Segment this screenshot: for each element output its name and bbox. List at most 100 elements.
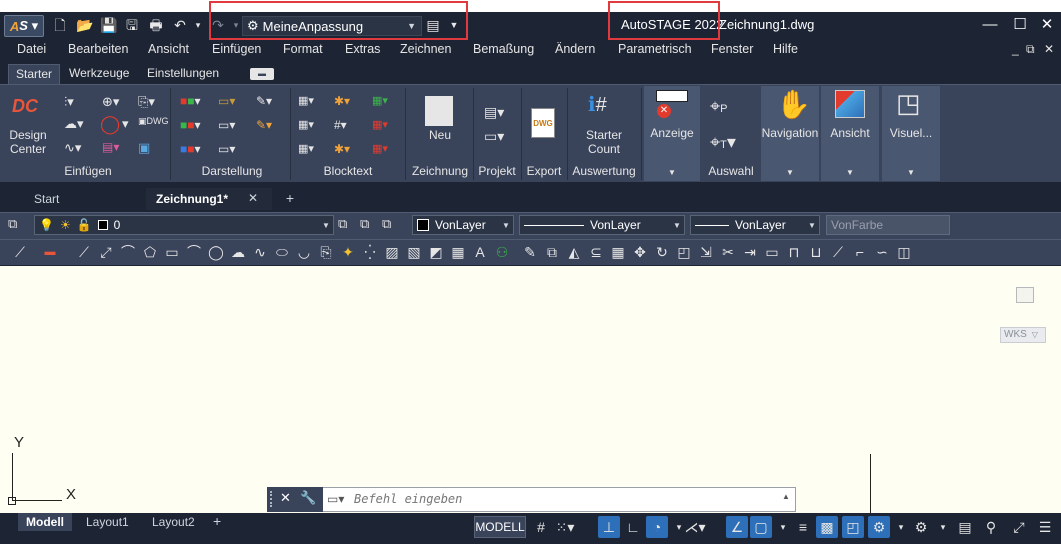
rotate-icon[interactable]: ↻ (652, 242, 672, 262)
layer-color3-icon[interactable]: ■■▾ (180, 142, 201, 156)
arc-icon[interactable]: ⌒ (184, 242, 204, 262)
visual-dropdown-icon[interactable]: ▼ (907, 168, 915, 177)
plotstyle-select[interactable]: VonFarbe (826, 215, 950, 235)
ortho-icon[interactable]: ∟ (622, 516, 644, 538)
ribbon-minimize-icon[interactable]: ▬ (250, 68, 274, 80)
rectangle-icon[interactable]: ▭ (162, 242, 182, 262)
layout-tab-layout1[interactable]: Layout1 (78, 513, 137, 531)
wks-menu[interactable]: WKS ▽ (1000, 327, 1046, 343)
insert-block-icon[interactable]: ⎘ (316, 242, 336, 262)
layer-color2-icon[interactable]: ■■▾ (180, 118, 201, 132)
attribute-icon[interactable]: ▦▾ (298, 94, 314, 107)
scale-icon[interactable]: ◰ (674, 242, 694, 262)
save-as-icon[interactable]: 🖫 (124, 17, 140, 33)
make-block-icon[interactable]: ✦ (338, 242, 358, 262)
attribute-delete-icon[interactable]: ▦▾ (372, 142, 388, 155)
save-icon[interactable]: 💾 (100, 17, 117, 33)
copy-icon[interactable]: ⧉ (542, 242, 562, 262)
snap-icon[interactable]: ⁙▾ (554, 516, 576, 538)
menu-extras[interactable]: Extras (345, 42, 380, 56)
cloud-icon[interactable]: ☁▾ (64, 116, 84, 132)
customization-icon[interactable]: ☰ (1034, 516, 1056, 538)
layer-properties-icon[interactable]: ⧉ (8, 216, 17, 232)
viewcube-icon[interactable] (1016, 287, 1034, 303)
match-prop-icon[interactable]: ✎▾ (256, 118, 272, 132)
ansicht-dropdown-icon[interactable]: ▼ (846, 168, 854, 177)
offset-icon[interactable]: ⊆ (586, 242, 606, 262)
xline-icon[interactable]: ⤢ (96, 242, 116, 262)
wrench-icon[interactable]: 🔧 (300, 490, 316, 506)
command-input[interactable] (354, 489, 774, 509)
new-file-icon[interactable]: 🗋 (52, 17, 68, 33)
visual-button[interactable]: Visuel... (882, 126, 940, 140)
doc-close-icon[interactable]: ✕ (1044, 42, 1054, 56)
command-prompt-icon[interactable]: ▭▾ (327, 492, 344, 506)
project-list-icon[interactable]: ▤▾ (484, 104, 504, 121)
table-icon[interactable]: ▦ (448, 242, 468, 262)
attribute3-icon[interactable]: ▦▾ (298, 142, 314, 155)
menu-aendern[interactable]: Ändern (555, 42, 595, 56)
app-logo-icon[interactable]: AS ▾ (4, 15, 44, 37)
quick-properties-icon[interactable]: ▤ (954, 516, 976, 538)
drawing-canvas[interactable] (0, 266, 1061, 514)
project-page-icon[interactable]: ▭▾ (484, 128, 504, 145)
starter-count-button[interactable]: Starter Count (580, 128, 628, 156)
transparency-icon[interactable]: ▭▾ (218, 142, 235, 156)
color-select[interactable]: VonLayer ▼ (412, 215, 514, 235)
hatch-icon[interactable]: ▨ (382, 242, 402, 262)
attribute2-icon[interactable]: ▦▾ (298, 118, 314, 131)
layout-tab-layout2[interactable]: Layout2 (144, 513, 203, 531)
image-icon[interactable]: ▣ (138, 140, 150, 156)
tab-werkzeuge[interactable]: Werkzeuge (62, 64, 136, 84)
attribute-add-icon[interactable]: ▦▾ (372, 94, 388, 107)
3d-osnap-icon[interactable]: ⚙ (868, 516, 890, 538)
doc-tab-start[interactable]: Start (24, 188, 134, 210)
construction-line-icon[interactable]: ⟋ (74, 242, 94, 262)
move-icon[interactable]: ✥ (630, 242, 650, 262)
lineweight-select[interactable]: VonLayer ▼ (690, 215, 820, 235)
polygon-icon[interactable]: ⬠ (140, 242, 160, 262)
units-icon[interactable]: ⚲ (980, 516, 1002, 538)
undo-icon[interactable]: ↶ (172, 17, 188, 33)
open-file-icon[interactable]: 📂 (76, 17, 93, 33)
infer-constraints-icon[interactable]: ⊥ (598, 516, 620, 538)
explode-icon[interactable]: ◫ (894, 242, 914, 262)
trim-icon[interactable]: ✂ (718, 242, 738, 262)
select-point-icon[interactable]: ⌖P (710, 96, 727, 117)
anzeige-button[interactable]: Anzeige (646, 126, 698, 140)
layer-match-icon[interactable]: ⧉ (338, 216, 347, 232)
attribute-hash-icon[interactable]: #▾ (334, 118, 347, 132)
selection-cycling-icon[interactable]: ◰ (842, 516, 864, 538)
object-snap-icon[interactable]: ▢ (750, 516, 772, 538)
add-selected-icon[interactable]: ⚇ (492, 242, 512, 262)
grip-icon[interactable] (270, 491, 276, 507)
clean-screen-icon[interactable]: ⤢ (1008, 516, 1030, 538)
block-insert-icon[interactable]: ⫶▾ (64, 94, 74, 110)
break-point-icon[interactable]: ⊓ (784, 242, 804, 262)
circle-dropdown-icon[interactable]: ▾ (122, 116, 129, 132)
blend-icon[interactable]: ∽ (872, 242, 892, 262)
layout-tab-modell[interactable]: Modell (18, 513, 72, 531)
mirror-icon[interactable]: ◭ (564, 242, 584, 262)
doc-minimize-icon[interactable]: _ (1012, 42, 1019, 56)
brush-icon[interactable]: ✎▾ (256, 94, 272, 108)
menu-ansicht[interactable]: Ansicht (148, 42, 189, 56)
close-icon[interactable]: ✕ (1035, 14, 1059, 36)
layer-iso-icon[interactable]: ⧉ (382, 216, 391, 232)
ellipse-arc-icon[interactable]: ◡ (294, 242, 314, 262)
iso-draft-icon[interactable]: ⋌▾ (684, 516, 706, 538)
undo-dropdown-icon[interactable]: ▾ (190, 17, 206, 33)
menu-parametrisch[interactable]: Parametrisch (618, 42, 692, 56)
chamfer-icon[interactable]: ⟋ (828, 242, 848, 262)
layer-color-icon[interactable]: ■■▾ (180, 94, 201, 108)
tab-starter[interactable]: Starter (8, 64, 61, 84)
select-text-icon[interactable]: ⌖T▾ (710, 132, 736, 153)
workspace-dropdown-icon[interactable]: ▾ (932, 516, 954, 538)
tab-einstellungen[interactable]: Einstellungen (140, 64, 226, 84)
dwg-icon[interactable]: ▣DWG (138, 116, 169, 127)
erase-icon[interactable]: ✎ (520, 242, 540, 262)
workspace-gear-icon[interactable]: ⚙ (910, 516, 932, 538)
revcloud-icon[interactable]: ☁ (228, 242, 248, 262)
stretch-icon[interactable]: ⇲ (696, 242, 716, 262)
command-history-icon[interactable]: ▲ (782, 492, 790, 501)
